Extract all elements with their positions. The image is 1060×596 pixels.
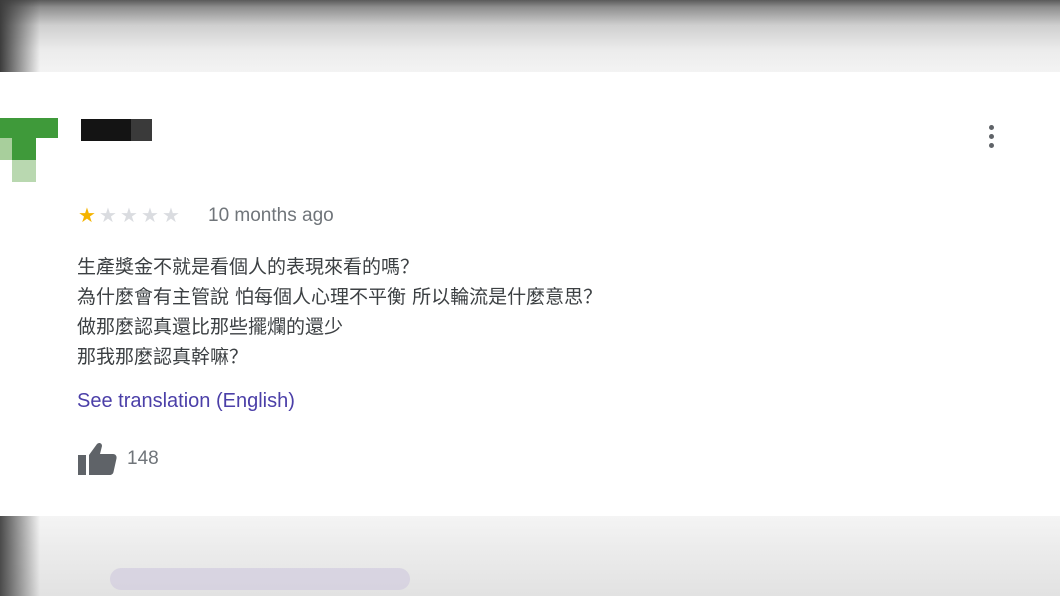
like-count: 148 [127, 448, 159, 469]
more-options-button[interactable] [980, 122, 1002, 150]
rating-row: ★ ★ ★ ★ ★ 10 months ago [77, 203, 334, 229]
review-text: 生產獎金不就是看個人的表現來看的嗎？ 為什麼會有主管說 怕每個人心理不平衡 所以… [77, 252, 777, 372]
blurred-background-top [0, 0, 1060, 72]
review-text-line: 做那麼認真還比那些擺爛的還少 [77, 316, 344, 338]
star-icon: ★ [99, 205, 117, 227]
review-text-line: 為什麼會有主管說 怕每個人心理不平衡 所以輪流是什麼意思？ [77, 286, 603, 308]
star-icon: ★ [141, 205, 159, 227]
star-rating: ★ ★ ★ ★ ★ [77, 206, 181, 226]
more-vert-icon [988, 124, 994, 148]
review-text-line: 生產獎金不就是看個人的表現來看的嗎？ [77, 256, 420, 278]
blurred-background-bottom [0, 516, 1060, 596]
like-row: 148 [77, 440, 159, 478]
like-button[interactable] [77, 441, 117, 477]
avatar[interactable] [0, 118, 60, 182]
star-icon: ★ [78, 205, 96, 227]
review-text-line: 那我那麼認真幹嘛？ [77, 346, 249, 368]
star-icon: ★ [120, 205, 138, 227]
review-card: ★ ★ ★ ★ ★ 10 months ago 生產獎金不就是看個人的表現來看的嗎？ 為… [0, 72, 1060, 516]
review-time: 10 months ago [208, 205, 334, 226]
thumb-up-icon [78, 442, 117, 475]
see-translation-link[interactable]: See translation (English) [77, 390, 295, 413]
star-icon: ★ [162, 205, 180, 227]
reviewer-name-redacted [81, 119, 152, 141]
